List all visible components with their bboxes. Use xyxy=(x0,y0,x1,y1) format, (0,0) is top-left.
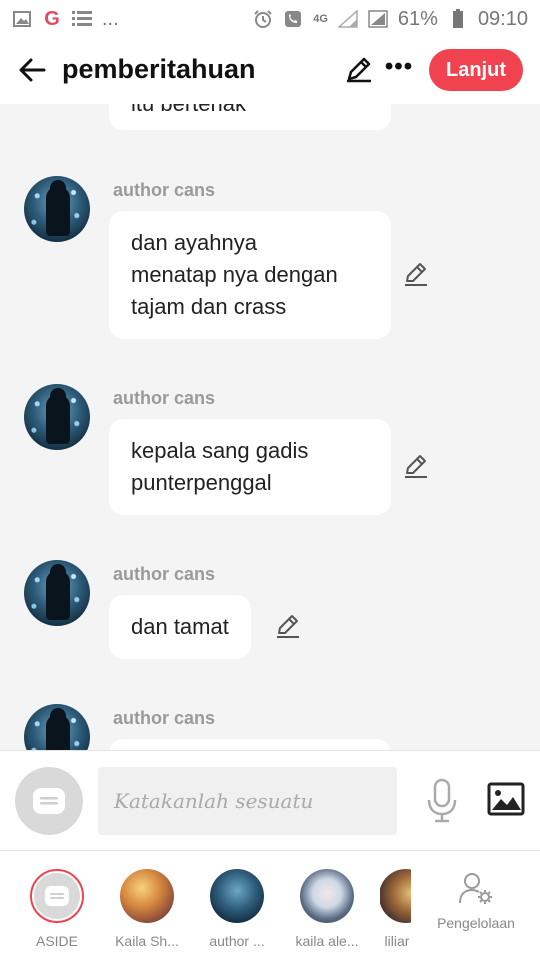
avatar xyxy=(300,869,354,923)
status-right: 4G 61% 09:10 xyxy=(253,8,528,31)
message-text: itu bertenak xyxy=(131,104,246,116)
call-icon xyxy=(283,10,303,28)
message-bubble[interactable] xyxy=(109,739,391,750)
pencil-icon xyxy=(405,263,427,286)
pencil-icon xyxy=(277,615,299,638)
message-line: punterpenggal xyxy=(131,470,272,495)
roster-item-kaila-ale[interactable]: kaila ale... xyxy=(287,869,367,949)
image-icon xyxy=(487,782,525,816)
message-line: tajam dan crass xyxy=(131,294,287,319)
message-line: dan ayahnya xyxy=(131,230,257,255)
list-icon xyxy=(72,10,92,28)
roster-label: ASIDE xyxy=(35,933,78,949)
message-line: kepala sang gadis xyxy=(131,438,309,463)
author-name: author cans xyxy=(113,564,216,584)
message-line: menatap nya dengan xyxy=(131,262,338,287)
user-settings-icon xyxy=(459,873,492,904)
arrow-left-icon xyxy=(19,58,46,82)
status-bar: G ... 4G 61% 09:10 xyxy=(0,0,540,38)
edit-message-button[interactable] xyxy=(402,452,430,480)
app-g-icon: G xyxy=(44,7,60,30)
roster-item-liliar[interactable]: liliar xyxy=(380,869,411,949)
avatar xyxy=(380,869,411,923)
manage-button[interactable]: Pengelolaan xyxy=(436,871,516,931)
roster-label: kaila ale... xyxy=(295,933,359,949)
roster-item-author[interactable]: author ... xyxy=(197,869,277,949)
edit-message-button[interactable] xyxy=(274,612,302,640)
pencil-icon xyxy=(405,455,427,478)
author-avatar[interactable] xyxy=(24,384,90,450)
author-name: author cans xyxy=(113,180,216,200)
page-title: pemberitahuan xyxy=(62,54,256,84)
edit-message-button[interactable] xyxy=(402,260,430,288)
roster-item-kaila[interactable]: Kaila Sh... xyxy=(107,869,187,949)
author-avatar[interactable] xyxy=(24,176,90,242)
message-bubble[interactable]: itu bertenak xyxy=(109,104,391,130)
status-left: G ... xyxy=(12,8,119,31)
message-input[interactable]: Katakanlah sesuatu xyxy=(98,767,397,835)
more-options-button[interactable]: ••• xyxy=(384,52,414,82)
aside-avatar xyxy=(30,869,84,923)
signal-icon xyxy=(337,10,358,28)
chat-bubble-icon xyxy=(45,886,69,906)
back-button[interactable] xyxy=(14,52,50,88)
avatar xyxy=(120,869,174,923)
character-roster: ASIDE Kaila Sh... author ... kaila ale..… xyxy=(0,850,540,960)
chat-thread[interactable]: itu bertenak author cans dan ayahnya men… xyxy=(0,104,540,750)
next-button[interactable]: Lanjut xyxy=(429,49,523,91)
roster-label: Kaila Sh... xyxy=(115,933,179,949)
clock: 09:10 xyxy=(477,7,528,30)
roster-label: liliar xyxy=(384,933,410,949)
network-type: 4G xyxy=(313,13,328,25)
header: pemberitahuan ••• Lanjut xyxy=(0,38,540,104)
avatar xyxy=(210,869,264,923)
author-name: author cans xyxy=(113,388,216,408)
chat-bubble-icon xyxy=(33,788,65,814)
status-dots: ... xyxy=(102,7,119,30)
alarm-icon xyxy=(253,10,273,28)
author-avatar[interactable] xyxy=(24,704,90,750)
pencil-icon xyxy=(347,57,371,83)
author-name: author cans xyxy=(113,708,216,728)
microphone-icon xyxy=(427,778,457,823)
message-bubble[interactable]: dan ayahnya menatap nya dengan tajam dan… xyxy=(109,211,391,339)
manage-label: Pengelolaan xyxy=(437,915,515,931)
battery-percent: 61% xyxy=(397,7,438,30)
signal-icon-2 xyxy=(368,10,388,28)
composer-bar: Katakanlah sesuatu xyxy=(0,750,540,850)
gallery-icon xyxy=(12,10,32,28)
edit-title-button[interactable] xyxy=(344,54,374,84)
message-bubble[interactable]: dan tamat xyxy=(109,595,251,659)
voice-button[interactable] xyxy=(422,777,462,825)
battery-icon xyxy=(448,9,468,28)
image-button[interactable] xyxy=(486,781,526,817)
author-avatar[interactable] xyxy=(24,560,90,626)
roster-label: author ... xyxy=(209,933,265,949)
roster-item-aside[interactable]: ASIDE xyxy=(17,869,97,949)
message-bubble[interactable]: kepala sang gadis punterpenggal xyxy=(109,419,391,515)
roster-overflow: liliar xyxy=(380,851,411,960)
message-line: dan tamat xyxy=(131,614,229,639)
aside-toggle-button[interactable] xyxy=(15,767,83,835)
